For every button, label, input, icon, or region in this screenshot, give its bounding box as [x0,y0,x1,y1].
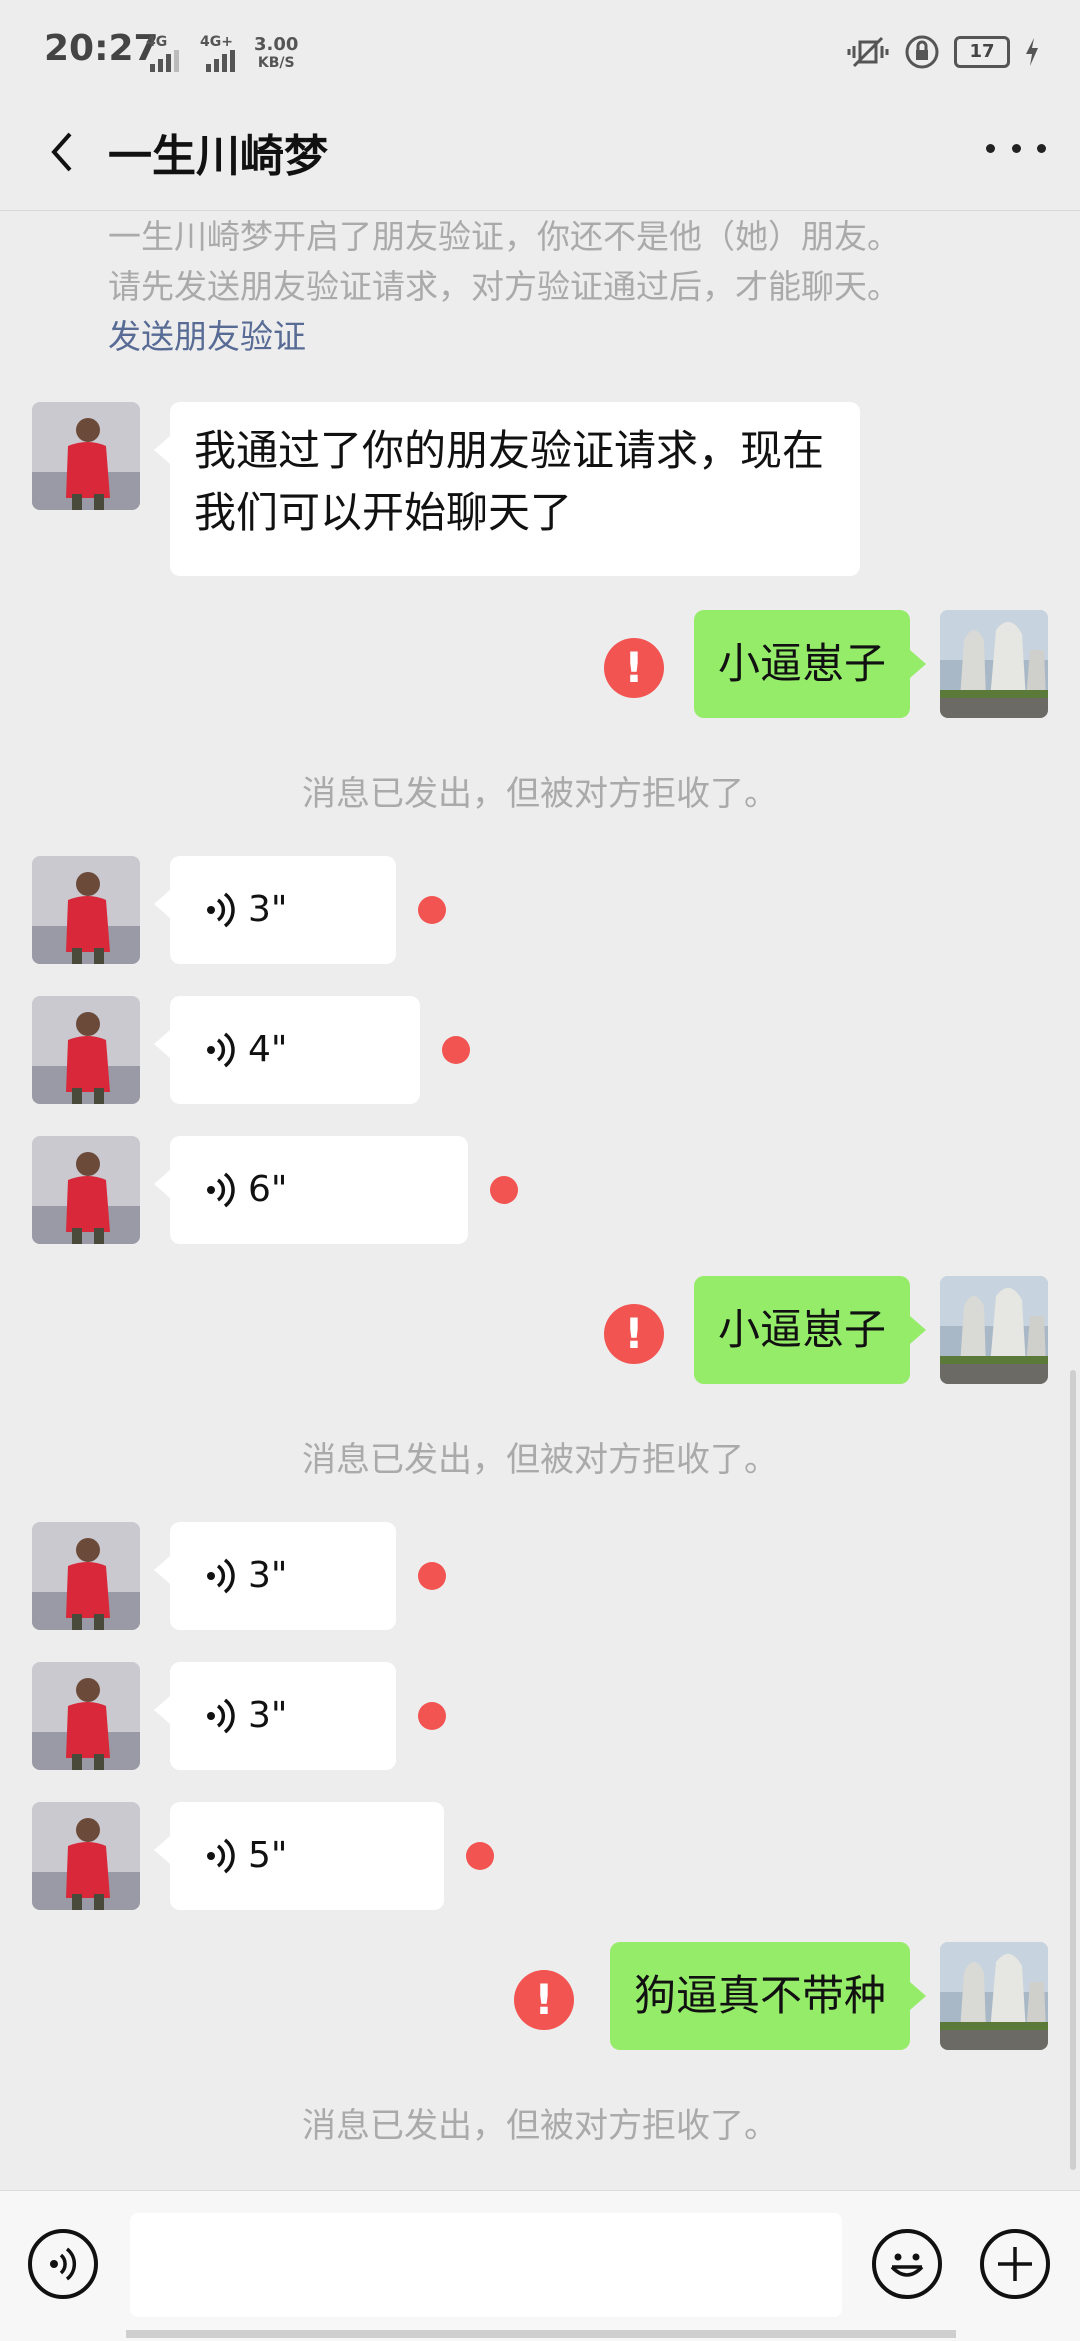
more-dot-icon [1011,143,1021,153]
back-button[interactable] [36,122,96,182]
more-actions-button[interactable] [980,2229,1050,2299]
avatar-contact[interactable] [32,402,140,510]
voice-input-button[interactable] [28,2229,98,2299]
unread-dot [490,1176,518,1204]
more-options-button[interactable] [986,138,1046,158]
rejected-system-message: 消息已发出，但被对方拒收了。 [302,2106,778,2146]
unread-dot [466,1842,494,1870]
status-bar: 20:27 4G 4G+ 3.00 KB/S 17 [0,0,1080,100]
vibrate-icon [847,36,889,68]
status-icons: 17 [846,34,1040,70]
plus-icon [998,2247,1032,2281]
input-bar [0,2190,1080,2341]
message-bubble[interactable]: 我通过了你的朋友验证请求，现在 我们可以开始聊天了 [154,402,860,576]
rejected-system-message: 消息已发出，但被对方拒收了。 [302,1440,778,1480]
send-failed-icon[interactable]: ! [604,1304,664,1364]
scrollbar[interactable] [1070,1370,1076,2170]
avatar-contact[interactable] [32,1802,140,1910]
avatar-contact[interactable] [32,1522,140,1630]
network-label-1: 4G [146,34,168,50]
message-bubble[interactable]: 小逼崽子 [693,610,927,718]
status-time: 20:27 [44,28,159,69]
emoji-button[interactable] [872,2229,942,2299]
charging-icon [1026,38,1038,66]
voice-bubble[interactable]: 4" [154,996,420,1104]
unread-dot [442,1036,470,1064]
unread-dot [418,1702,446,1730]
message-text: 小逼崽子 [717,1305,886,1354]
message-text: 狗逼真不带种 [633,1971,886,2020]
signal-icon [150,50,179,72]
voice-bubble[interactable]: 3" [154,856,396,964]
chevron-left-icon [51,132,72,172]
voice-icon [50,2247,77,2281]
voice-duration: 6" [248,1169,288,1210]
avatar-contact[interactable] [32,1136,140,1244]
notice-line-1: 一生川崎梦开启了朋友验证，你还不是他（她）朋友。 [108,217,900,256]
lock-rotation-icon [905,35,939,69]
friend-verification-notice: 一生川崎梦开启了朋友验证，你还不是他（她）朋友。 请先发送朋友验证请求，对方验证… [108,212,1008,362]
voice-bubble[interactable]: 6" [154,1136,468,1244]
chat-title: 一生川崎梦 [108,131,328,182]
more-dot-icon [1037,143,1046,153]
notice-line-2: 请先发送朋友验证请求，对方验证通过后，才能聊天。 [108,267,900,306]
avatar-self[interactable] [940,610,1048,718]
voice-wave-icon [207,1172,235,1208]
avatar-contact[interactable] [32,1662,140,1770]
voice-bubble[interactable]: 3" [154,1522,396,1630]
voice-bubble[interactable]: 5" [154,1802,444,1910]
voice-wave-icon [207,1558,235,1594]
voice-duration: 3" [248,1555,288,1596]
network-speed: 3.00 KB/S [254,34,299,72]
emoji-icon [890,2253,924,2277]
voice-wave-icon [207,892,235,928]
rejected-system-message: 消息已发出，但被对方拒收了。 [302,774,778,814]
chat-header: 一生川崎梦 [0,100,1080,211]
send-failed-icon[interactable]: ! [604,638,664,698]
avatar-self[interactable] [940,1942,1048,2050]
send-verification-link[interactable]: 发送朋友验证 [108,312,1008,362]
voice-duration: 3" [248,889,288,930]
battery-level: 17 [954,36,1010,68]
voice-wave-icon [207,1032,235,1068]
avatar-contact[interactable] [32,856,140,964]
unread-dot [418,896,446,924]
voice-duration: 3" [248,1695,288,1736]
voice-bubble[interactable]: 3" [154,1662,396,1770]
voice-wave-icon [207,1838,235,1874]
voice-duration: 5" [248,1835,288,1876]
signal-icon-2 [206,50,235,72]
voice-duration: 4" [248,1029,288,1070]
message-bubble[interactable]: 狗逼真不带种 [609,1942,927,2050]
message-input[interactable] [130,2213,842,2317]
message-text: 我通过了你的朋友验证请求，现在 [194,426,825,475]
send-failed-icon[interactable]: ! [514,1970,574,2030]
avatar-contact[interactable] [32,996,140,1104]
voice-wave-icon [207,1698,235,1734]
avatar-self[interactable] [940,1276,1048,1384]
unread-dot [418,1562,446,1590]
network-label-2: 4G+ [200,34,233,50]
keyboard-hint-bar [126,2330,956,2338]
more-dot-icon [986,143,995,153]
message-bubble[interactable]: 小逼崽子 [693,1276,927,1384]
message-text: 我们可以开始聊天了 [194,488,573,537]
message-text: 小逼崽子 [717,639,886,688]
